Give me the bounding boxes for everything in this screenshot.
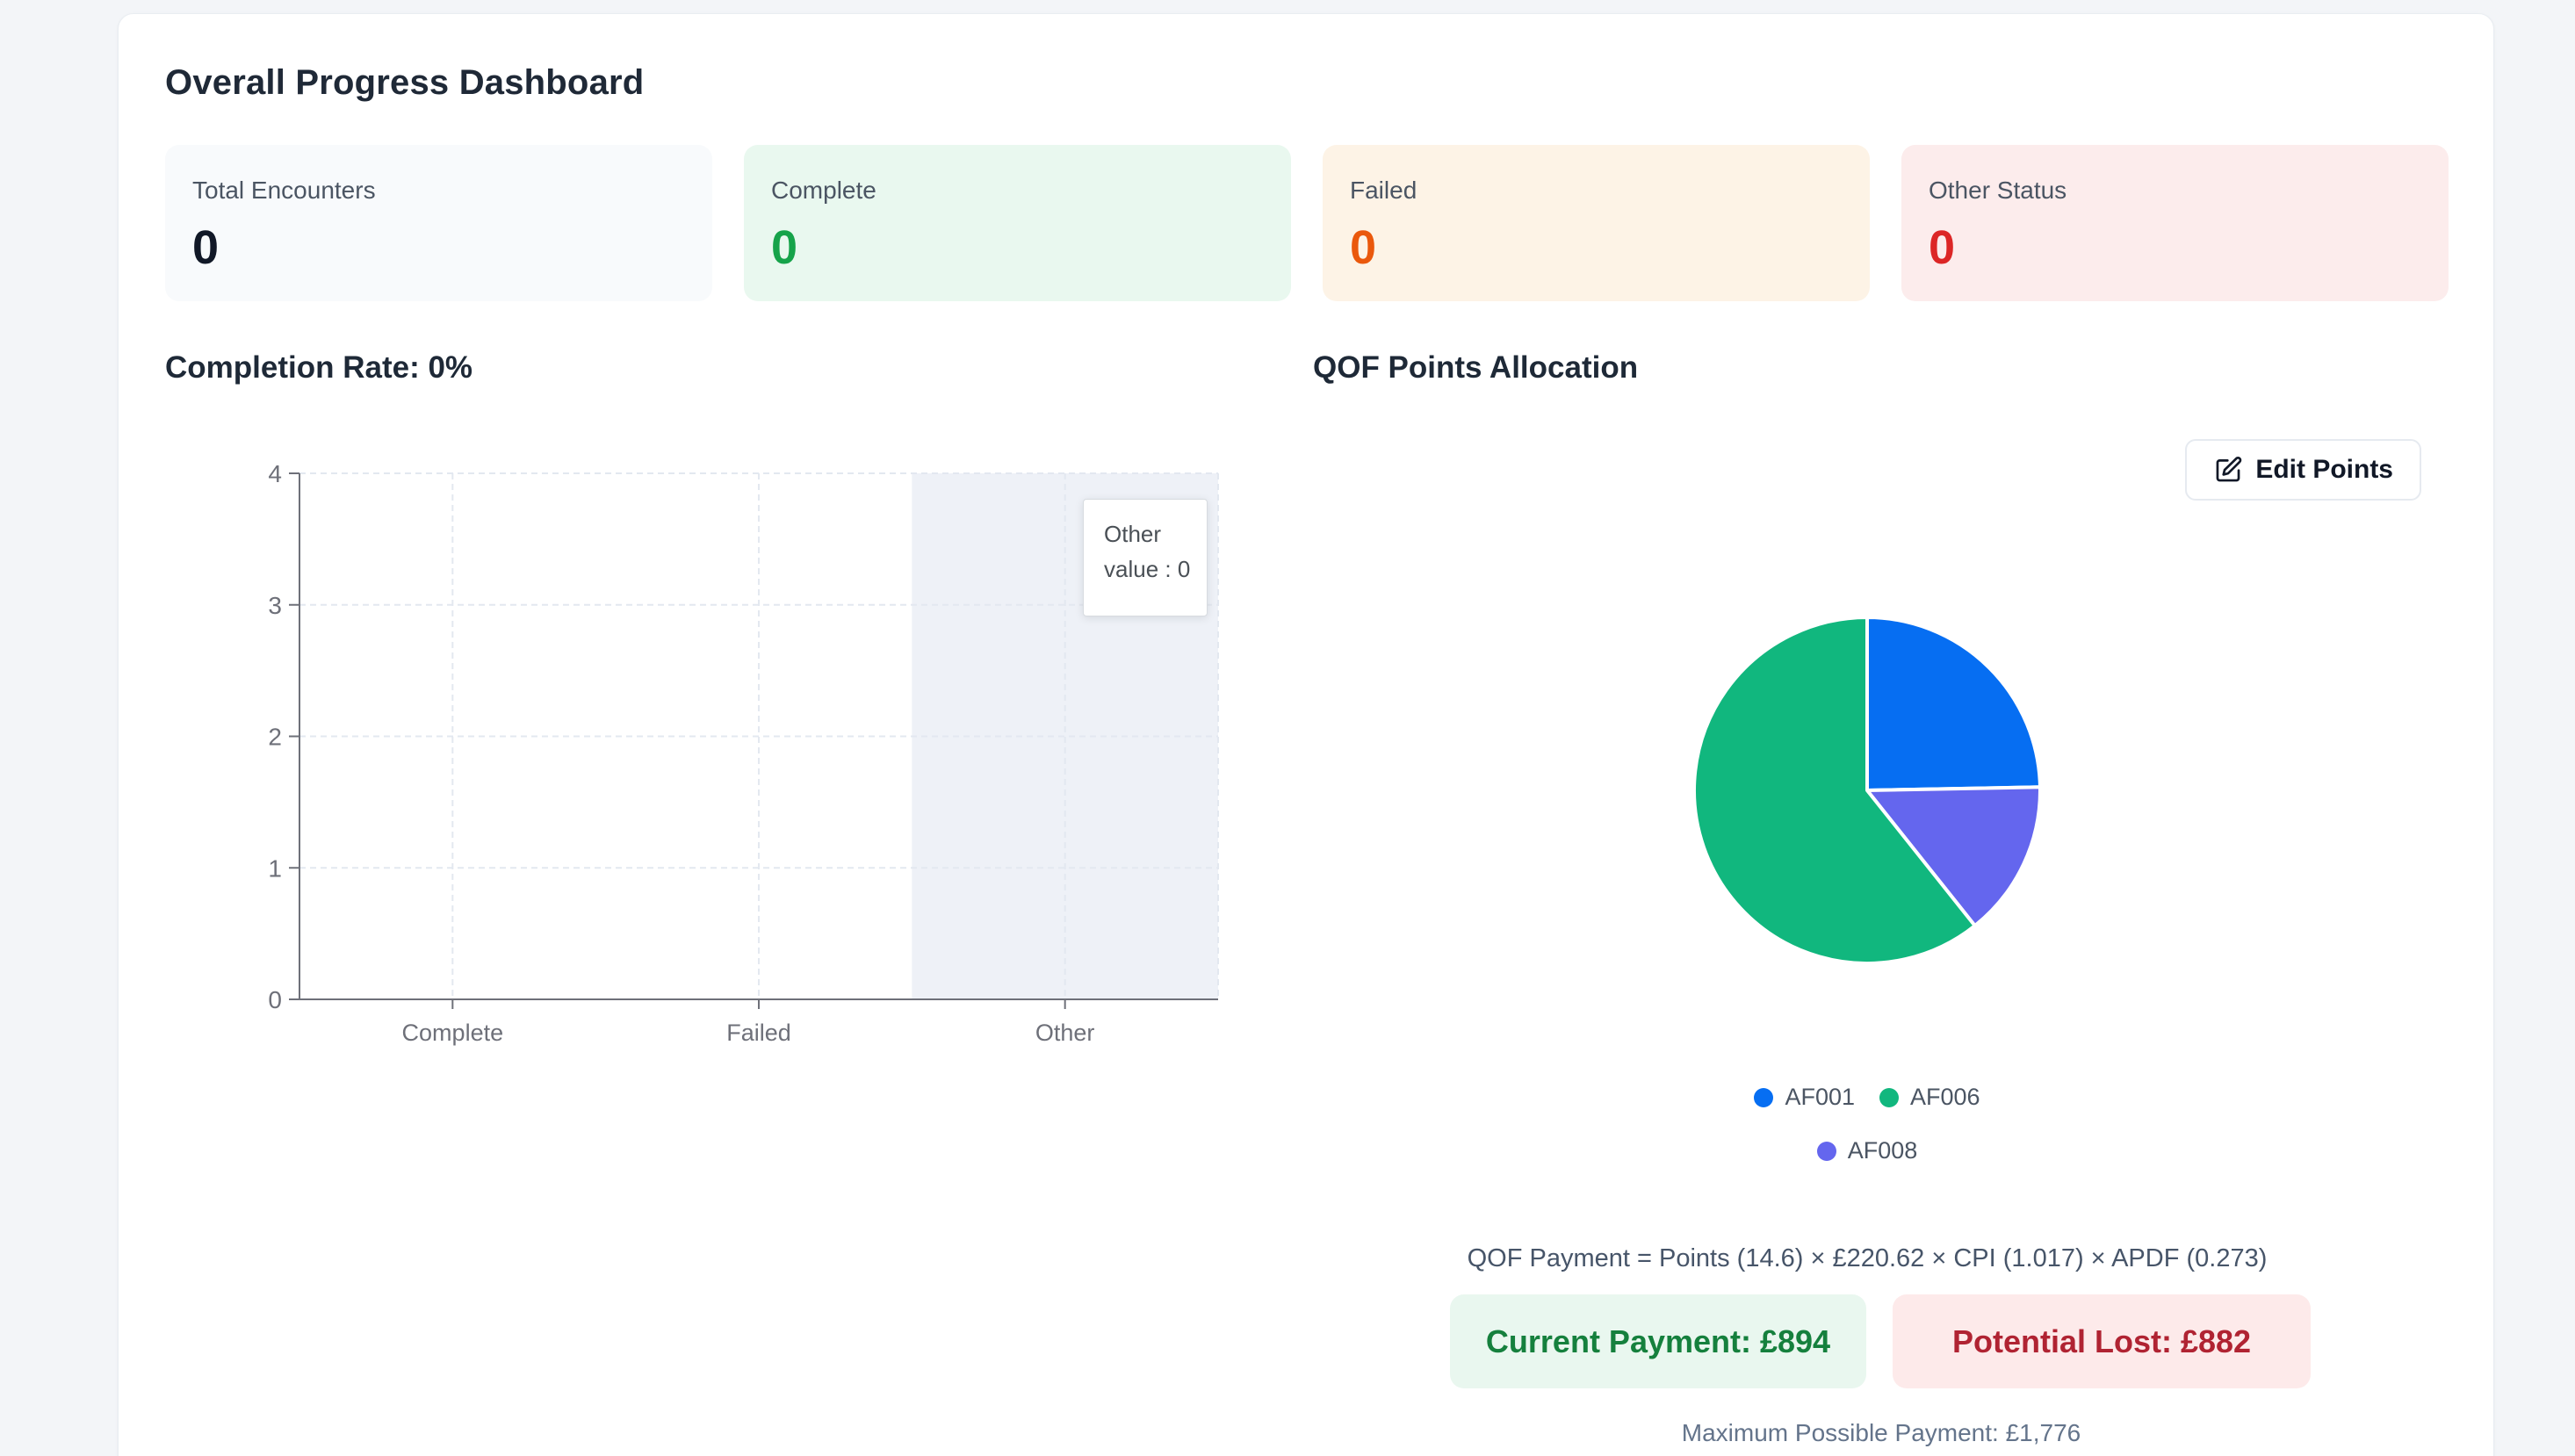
chart-tooltip: Other value : 0 [1083, 499, 1208, 616]
stat-card-complete: Complete 0 [744, 145, 1291, 301]
svg-text:Failed: Failed [726, 1020, 791, 1046]
max-payment-text: Maximum Possible Payment: £1,776 [1681, 1419, 2081, 1446]
stats-row: Total Encounters 0 Complete 0 Failed 0 O… [165, 145, 2449, 301]
svg-text:4: 4 [268, 460, 282, 487]
edit-points-label: Edit Points [2255, 455, 2393, 484]
svg-text:1: 1 [268, 854, 282, 882]
payments-row: Current Payment: £894 Potential Lost: £8… [1450, 1294, 2311, 1388]
stat-card-other-status: Other Status 0 [1901, 145, 2449, 301]
stat-card-total-encounters: Total Encounters 0 [165, 145, 712, 301]
qof-pie-chart[interactable] [1691, 614, 2044, 967]
legend-label: AF006 [1910, 1084, 1980, 1110]
pie-legend: AF001 AF006 AF008 [1560, 1084, 2175, 1164]
tooltip-value: value : 0 [1104, 556, 1191, 582]
legend-label: AF001 [1785, 1084, 1855, 1110]
page-title: Overall Progress Dashboard [165, 63, 645, 102]
legend-dot-af006 [1879, 1087, 1899, 1107]
svg-text:2: 2 [268, 724, 282, 751]
svg-text:0: 0 [268, 986, 282, 1013]
stat-label: Other Status [1929, 177, 2067, 204]
edit-points-button[interactable]: Edit Points [2185, 439, 2421, 501]
stat-label: Total Encounters [192, 177, 376, 204]
legend-label: AF008 [1847, 1137, 1918, 1164]
qof-points-heading: QOF Points Allocation [1313, 350, 1639, 385]
stat-value: 0 [192, 221, 220, 274]
legend-dot-af008 [1816, 1141, 1836, 1161]
stat-card-failed: Failed 0 [1323, 145, 1870, 301]
legend-item-af001[interactable]: AF001 [1754, 1084, 1855, 1111]
pie-chart-canvas[interactable] [1691, 614, 2044, 967]
potential-lost-card: Potential Lost: £882 [1893, 1294, 2311, 1388]
pencil-square-icon [2213, 455, 2243, 485]
stat-value: 0 [1929, 221, 1956, 274]
stat-label: Complete [771, 177, 876, 204]
svg-text:Other: Other [1035, 1020, 1095, 1046]
svg-text:Complete: Complete [402, 1020, 504, 1046]
legend-row: AF008 [1816, 1137, 1918, 1164]
current-payment-card: Current Payment: £894 [1450, 1294, 1866, 1388]
legend-item-af008[interactable]: AF008 [1816, 1137, 1918, 1164]
pie-slice-af001[interactable] [1865, 616, 2042, 792]
legend-row: AF001 AF006 [1754, 1084, 1980, 1111]
legend-dot-af001 [1754, 1087, 1774, 1107]
completion-rate-heading: Completion Rate: 0% [165, 350, 473, 385]
stat-label: Failed [1350, 177, 1417, 204]
stat-value: 0 [771, 221, 798, 274]
dashboard-panel: Overall Progress Dashboard Total Encount… [118, 13, 2494, 1456]
legend-item-af006[interactable]: AF006 [1879, 1084, 1980, 1111]
svg-text:3: 3 [268, 592, 282, 619]
stat-value: 0 [1350, 221, 1377, 274]
tooltip-title: Other [1104, 521, 1162, 547]
qof-payment-formula: QOF Payment = Points (14.6) × £220.62 × … [1467, 1244, 2268, 1272]
